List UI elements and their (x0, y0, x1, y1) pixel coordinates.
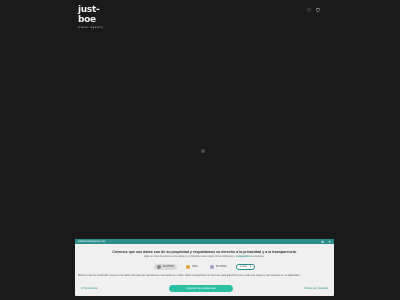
privacy-policy-link[interactable]: Política de privacidad (304, 287, 328, 290)
spinner-icon (201, 149, 205, 153)
duration-value: 1 mes (239, 264, 247, 268)
customize-link[interactable]: ⚙ Personalizar (81, 287, 98, 290)
chevron-down-icon: ▾ (249, 264, 252, 268)
customize-label: Personalizar (83, 287, 98, 290)
save-preferences-button[interactable]: Guardar mis preferencias (169, 285, 234, 292)
subline-prefix: Elija un nivel de acceso a los datos y s… (144, 255, 236, 258)
duration-select[interactable]: 1 mes ▾ (235, 263, 256, 270)
platinum-badge-icon (156, 264, 161, 269)
platinum-badge-icon (209, 264, 214, 269)
subline-share-link[interactable]: compartimos (236, 255, 252, 258)
subline-suffix: sus datos. (252, 255, 265, 258)
consent-bar-icons: ⊕ ✕ (321, 240, 331, 244)
globe-icon[interactable]: ⊕ (321, 240, 324, 244)
level-label: PLATINO (162, 264, 174, 268)
close-icon[interactable]: ✕ (328, 240, 331, 244)
cookie-consent-panel: justboetravelagency.com ⊕ ✕ Creemos que … (75, 239, 334, 296)
level-description: Máximo nivel de privacidad. Acceso a los… (78, 274, 301, 277)
consent-domain: justboetravelagency.com (78, 240, 106, 243)
level-option-platinum[interactable]: PLATINO (153, 263, 177, 270)
heart-icon[interactable]: ♡ (307, 8, 311, 14)
consent-title-bar: justboetravelagency.com ⊕ ✕ (75, 239, 334, 244)
site-logo[interactable]: just-boe travel agency (78, 5, 112, 29)
level-label: PLATINO (215, 264, 227, 268)
cart-icon[interactable]: ⛉ (316, 8, 320, 14)
level-label: ORO (191, 264, 198, 268)
gold-badge-icon (185, 264, 190, 269)
logo-wordmark: just-boe (78, 5, 100, 25)
gear-icon: ⚙ (81, 287, 84, 290)
data-access-levels: PLATINO ORO PLATINO 1 mes ▾ (75, 262, 334, 271)
logo-tagline: travel agency (78, 25, 104, 29)
consent-subline: Elija un nivel de acceso a los datos y s… (75, 255, 334, 259)
consent-actions: ⚙ Personalizar Guardar mis preferencias … (81, 285, 328, 292)
level-option-gold[interactable]: ORO (183, 264, 201, 270)
level-option-platinum-2[interactable]: PLATINO (207, 264, 230, 270)
